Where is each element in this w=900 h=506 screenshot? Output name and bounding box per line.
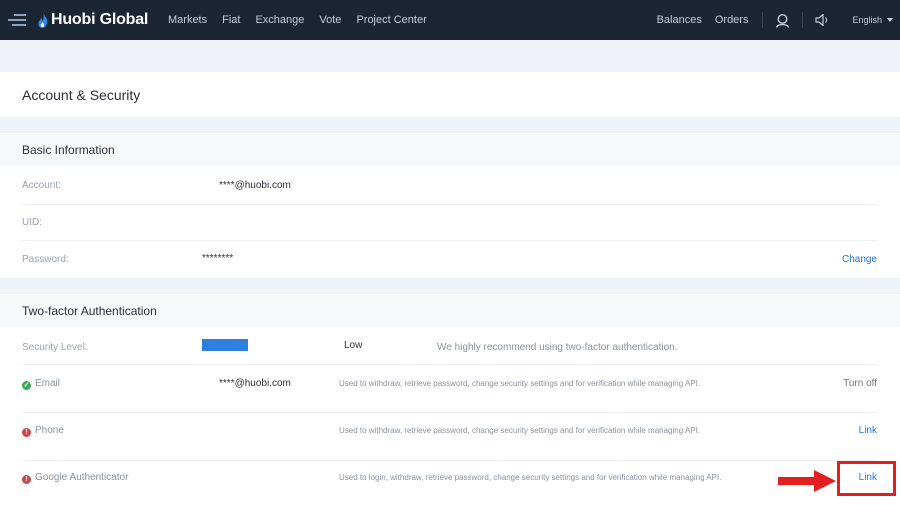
phone-description: Used to withdraw, retrieve password, cha… (339, 426, 701, 435)
nav-right: Balances Orders English (657, 0, 900, 40)
logo-suffix-text: Global (99, 11, 149, 28)
security-level-note: We highly recommend using two-factor aut… (437, 342, 678, 353)
phone-link-button[interactable]: Link (859, 425, 877, 436)
security-level-bar (202, 339, 248, 351)
nav-markets[interactable]: Markets (168, 14, 207, 26)
google-auth-label: Google Authenticator (35, 472, 129, 483)
nav-exchange[interactable]: Exchange (255, 14, 304, 26)
language-selector[interactable]: English (852, 15, 893, 25)
menu-icon[interactable] (8, 14, 26, 26)
google-auth-description: Used to login, withdraw, retrieve passwo… (339, 473, 722, 482)
security-level-label: Security Level: (22, 342, 88, 353)
account-value: ****@huobi.com (219, 180, 291, 191)
nav-balances[interactable]: Balances (657, 14, 702, 26)
page-title-card: Account & Security (0, 72, 900, 117)
nav-vote[interactable]: Vote (319, 14, 341, 26)
email-turn-off-link[interactable]: Turn off (843, 378, 877, 389)
row-divider (22, 240, 877, 241)
flame-logo-icon (38, 12, 48, 28)
language-label: English (852, 15, 882, 25)
nav-divider (802, 12, 804, 28)
huobi-global-logo[interactable]: Huobi Global (38, 10, 148, 30)
arrow-right-icon (778, 470, 836, 492)
row-divider (22, 364, 877, 365)
main-nav: Markets Fiat Exchange Vote Project Cente… (168, 0, 442, 40)
twofa-title: Two-factor Authentication (22, 304, 157, 318)
password-label: Password: (22, 254, 69, 265)
basic-info-header: Basic Information (0, 134, 900, 166)
check-circle-icon: ✓ (22, 381, 31, 390)
twofa-header: Two-factor Authentication (0, 295, 900, 327)
email-value: ****@huobi.com (219, 378, 291, 389)
security-level-value: Low (344, 340, 363, 351)
nav-divider (762, 12, 764, 28)
user-icon[interactable] (775, 13, 790, 28)
exclamation-circle-icon: ! (22, 428, 31, 437)
top-navbar: Huobi Global Markets Fiat Exchange Vote … (0, 0, 900, 40)
row-divider (22, 412, 877, 413)
chevron-down-icon (887, 18, 893, 22)
basic-info-title: Basic Information (22, 143, 115, 157)
nav-orders[interactable]: Orders (715, 14, 749, 26)
uid-label: UID: (22, 217, 42, 228)
nav-fiat[interactable]: Fiat (222, 14, 240, 26)
email-row-label: ✓ Email (22, 378, 60, 390)
phone-row-label: ! Phone (22, 425, 64, 437)
exclamation-circle-icon: ! (22, 475, 31, 484)
email-label: Email (35, 378, 61, 389)
nav-project-center[interactable]: Project Center (356, 14, 426, 26)
row-divider (22, 460, 877, 461)
page-title: Account & Security (22, 87, 141, 103)
logo-brand-text: Huobi (51, 11, 96, 28)
email-description: Used to withdraw, retrieve password, cha… (339, 379, 701, 388)
speaker-icon[interactable] (815, 13, 830, 27)
row-divider (22, 204, 877, 205)
phone-label: Phone (35, 425, 64, 436)
google-auth-row-label: ! Google Authenticator (22, 472, 128, 484)
highlight-box (837, 461, 896, 496)
password-value: ******** (202, 253, 234, 264)
account-label: Account: (22, 180, 61, 191)
change-password-link[interactable]: Change (842, 254, 877, 265)
